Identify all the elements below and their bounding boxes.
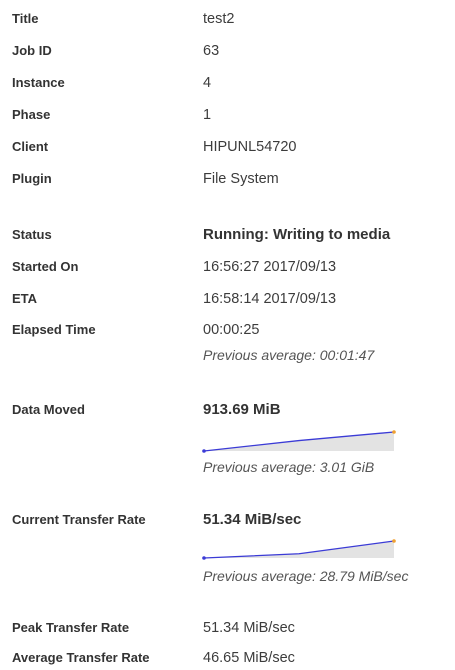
title-label: Title xyxy=(12,11,39,26)
data-moved-previous-average: Previous average: 3.01 GiB xyxy=(203,459,375,475)
client-label: Client xyxy=(12,139,49,154)
peak-transfer-rate-label: Peak Transfer Rate xyxy=(12,620,130,635)
elapsed-time-value: 00:00:25 xyxy=(203,322,260,338)
peak-transfer-rate-value: 51.34 MiB/sec xyxy=(203,620,295,636)
phase-row: Phase 1 xyxy=(0,103,455,127)
peak-transfer-rate-row: Peak Transfer Rate 51.34 MiB/sec xyxy=(0,616,455,640)
average-transfer-rate-value: 46.65 MiB/sec xyxy=(203,650,295,666)
data-moved-row: Data Moved 913.69 MiB xyxy=(0,398,455,422)
instance-row: Instance 4 xyxy=(0,71,455,95)
data-moved-label: Data Moved xyxy=(12,402,85,417)
current-transfer-rate-row: Current Transfer Rate 51.34 MiB/sec xyxy=(0,508,455,532)
client-value: HIPUNL54720 xyxy=(203,139,297,155)
phase-value: 1 xyxy=(203,107,212,123)
eta-value: 16:58:14 2017/09/13 xyxy=(203,291,337,307)
job-id-label: Job ID xyxy=(12,43,52,58)
current-transfer-rate-previous-average: Previous average: 28.79 MiB/sec xyxy=(203,568,409,584)
sparkline-start-point xyxy=(202,449,206,453)
eta-label: ETA xyxy=(12,291,38,306)
eta-row: ETA 16:58:14 2017/09/13 xyxy=(0,287,455,311)
instance-value: 4 xyxy=(203,75,212,91)
job-id-value: 63 xyxy=(203,43,220,59)
data-moved-sparkline xyxy=(202,430,396,453)
started-on-row: Started On 16:56:27 2017/09/13 xyxy=(0,255,455,279)
instance-label: Instance xyxy=(12,75,65,90)
status-value: Running: Writing to media xyxy=(203,226,391,243)
status-label: Status xyxy=(12,227,52,242)
average-transfer-rate-row: Average Transfer Rate 46.65 MiB/sec xyxy=(0,646,455,670)
elapsed-time-row: Elapsed Time 00:00:25 xyxy=(0,318,455,342)
sparkline-area xyxy=(204,541,394,558)
status-row: Status Running: Writing to media xyxy=(0,223,455,247)
current-transfer-rate-sparkline xyxy=(202,539,396,560)
sparkline-end-point xyxy=(392,539,396,543)
sparkline-start-point xyxy=(202,556,206,560)
plugin-value: File System xyxy=(203,171,279,187)
elapsed-time-previous-average: Previous average: 00:01:47 xyxy=(203,347,375,363)
plugin-label: Plugin xyxy=(12,171,52,186)
elapsed-time-label: Elapsed Time xyxy=(12,322,96,337)
plugin-row: Plugin File System xyxy=(0,167,455,191)
title-value: test2 xyxy=(203,11,235,27)
client-row: Client HIPUNL54720 xyxy=(0,135,455,159)
sparkline-end-point xyxy=(392,430,396,434)
average-transfer-rate-label: Average Transfer Rate xyxy=(12,650,150,665)
phase-label: Phase xyxy=(12,107,51,122)
current-transfer-rate-label: Current Transfer Rate xyxy=(12,512,146,527)
job-id-row: Job ID 63 xyxy=(0,39,455,63)
started-on-value: 16:56:27 2017/09/13 xyxy=(203,259,337,275)
started-on-label: Started On xyxy=(12,259,79,274)
data-moved-value: 913.69 MiB xyxy=(203,401,281,418)
current-transfer-rate-value: 51.34 MiB/sec xyxy=(203,511,302,528)
title-row: Title test2 xyxy=(0,7,455,31)
